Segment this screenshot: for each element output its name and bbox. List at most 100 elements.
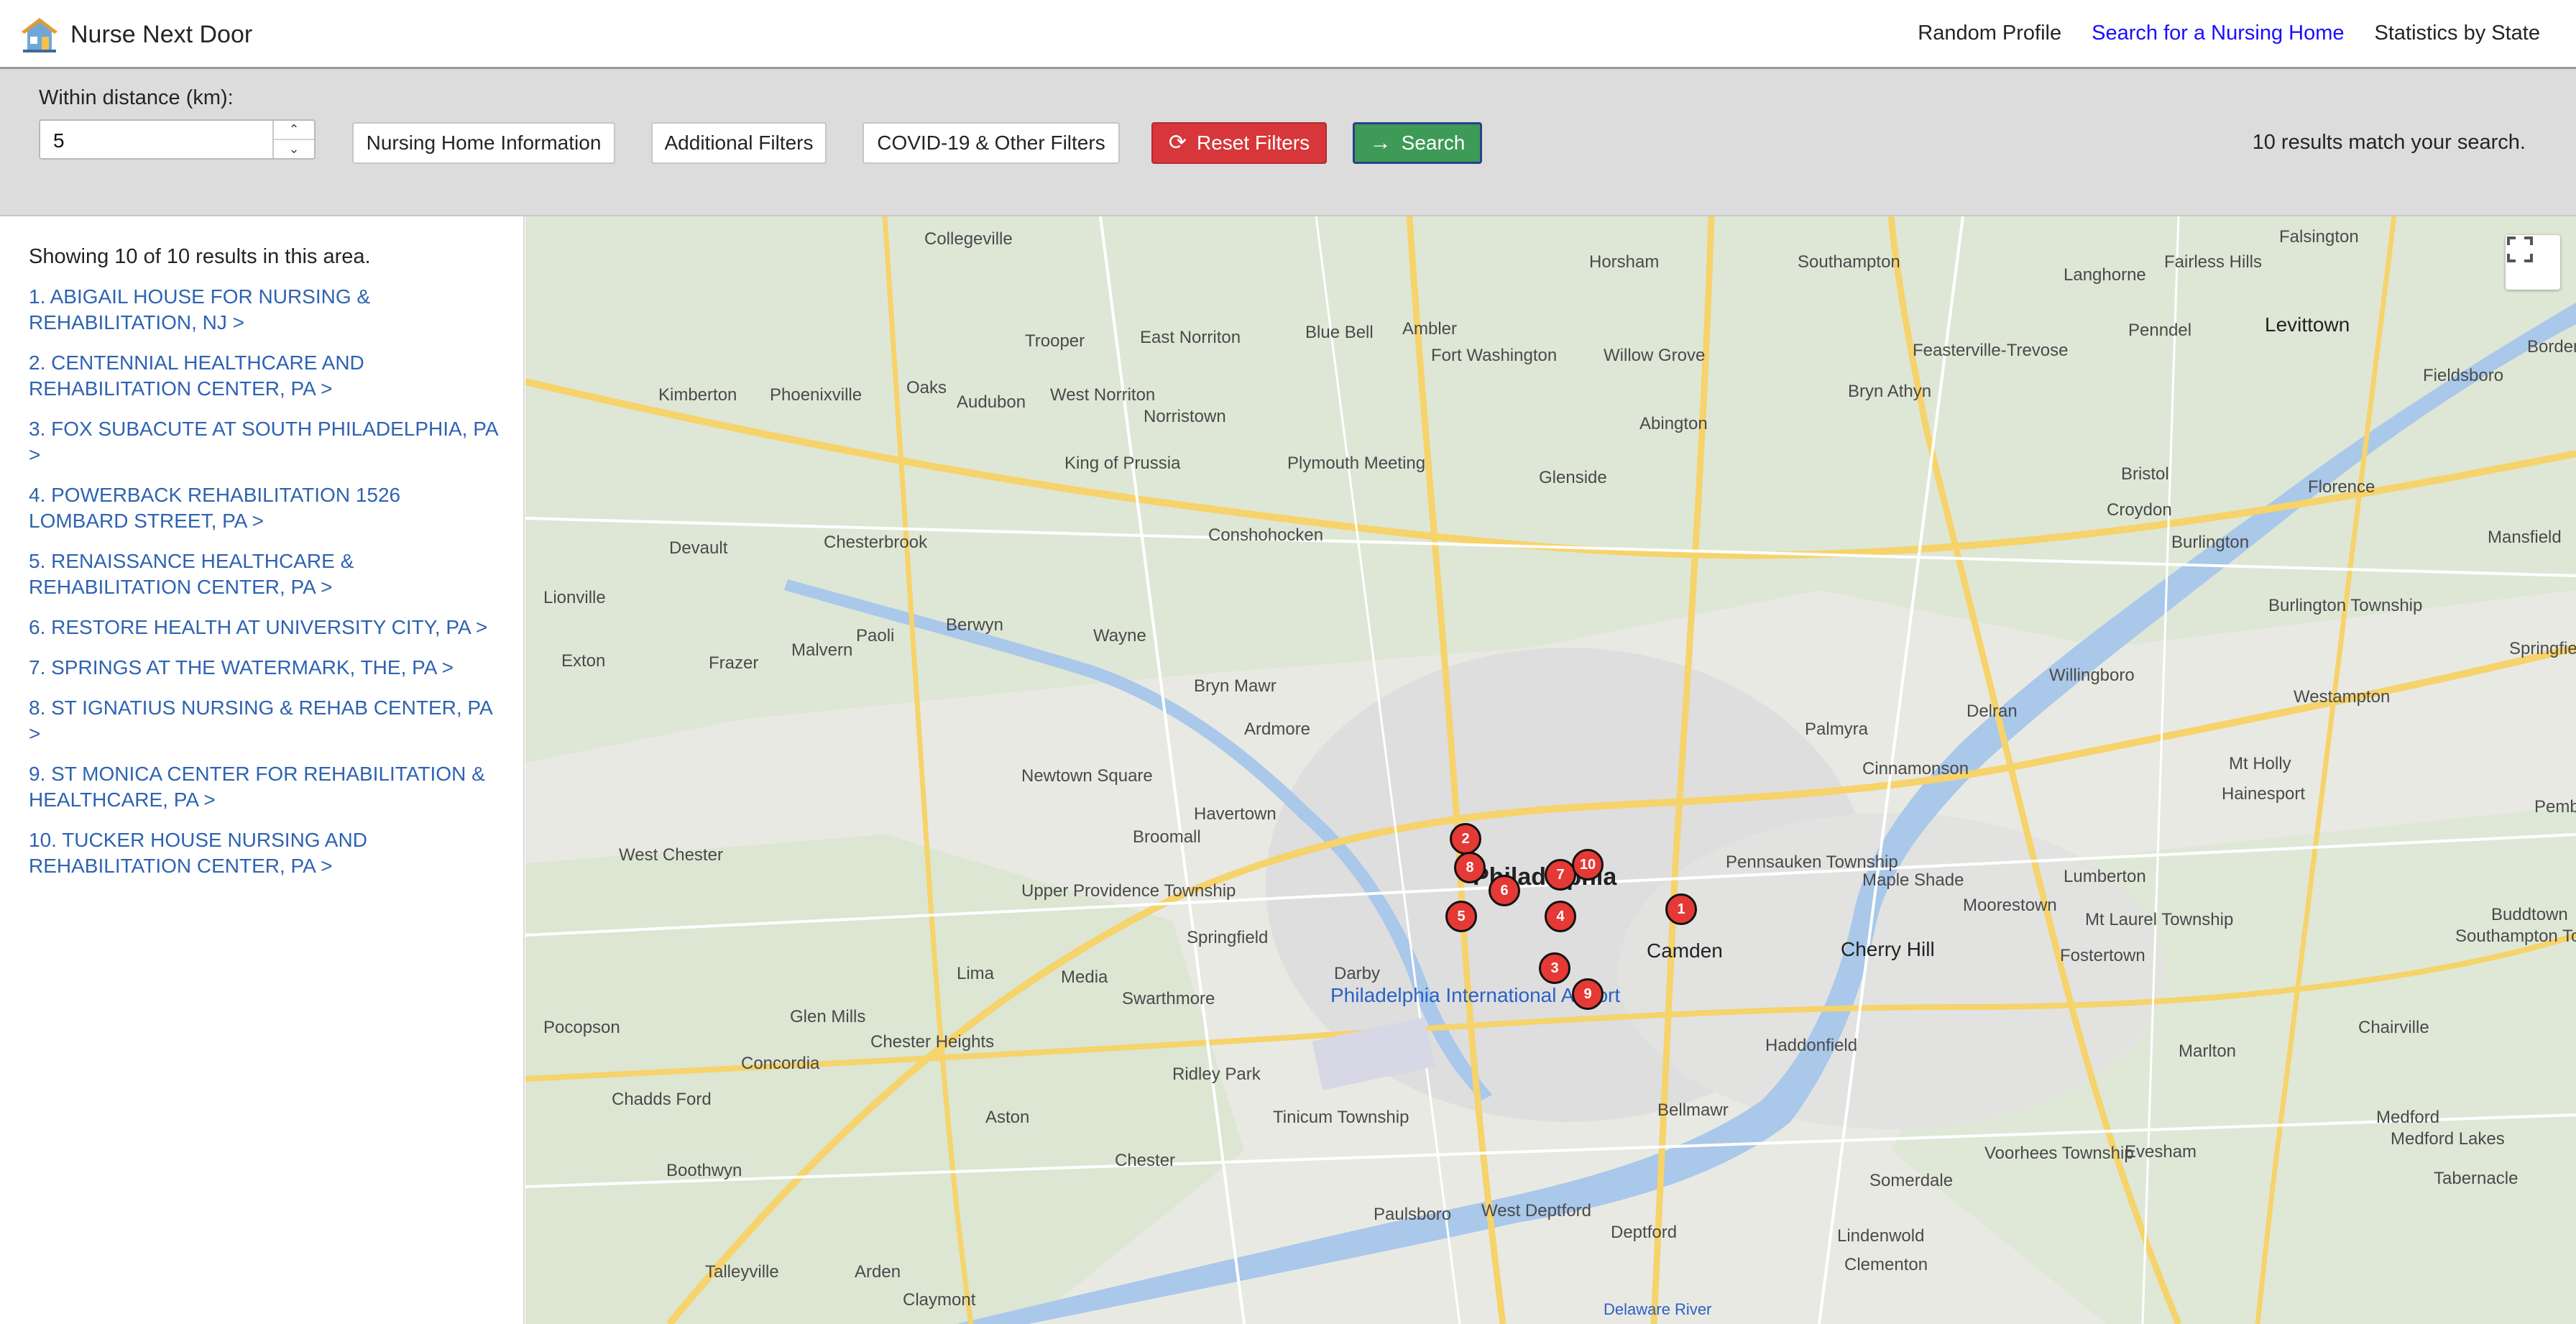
result-item-7[interactable]: 7. SPRINGS AT THE WATERMARK, THE, PA > — [29, 655, 503, 681]
map-label: Willow Grove — [1604, 346, 1706, 365]
map-label: Darby — [1334, 964, 1381, 983]
map-label: Levittown — [2265, 313, 2350, 336]
nursing-home-info-button[interactable]: Nursing Home Information — [352, 122, 615, 164]
map-label: Fieldsboro — [2423, 366, 2504, 385]
map-label: Trooper — [1025, 331, 1085, 351]
result-item-1[interactable]: 1. ABIGAIL HOUSE FOR NURSING & REHABILIT… — [29, 284, 503, 336]
result-item-4[interactable]: 4. POWERBACK REHABILITATION 1526 LOMBARD… — [29, 482, 503, 534]
map-label: Oaks — [906, 378, 947, 397]
map-label: Southampton — [1798, 252, 1900, 272]
map-label: Ridley Park — [1172, 1065, 1261, 1084]
map-label: Chesterbrook — [824, 533, 928, 552]
map-label: Berwyn — [946, 615, 1004, 635]
map-label: Conshohocken — [1208, 525, 1324, 545]
nav-search-nursing-home[interactable]: Search for a Nursing Home — [2092, 22, 2344, 45]
map-label: Pocopson — [543, 1018, 620, 1037]
map-label: Medford — [2376, 1108, 2440, 1127]
map-label: Concordia — [741, 1054, 820, 1073]
result-item-5[interactable]: 5. RENAISSANCE HEALTHCARE & REHABILITATI… — [29, 548, 503, 600]
map-label: Glen Mills — [790, 1007, 866, 1026]
filter-bar: Within distance (km): 5 ⌃ ⌄ Nursing Home… — [0, 69, 2576, 216]
result-item-10[interactable]: 10. TUCKER HOUSE NURSING AND REHABILITAT… — [29, 827, 503, 879]
map-label: Tabernacle — [2434, 1169, 2518, 1188]
map-label: Lionville — [543, 588, 606, 607]
map-label: King of Prussia — [1064, 454, 1181, 473]
map-label: Blue Bell — [1305, 323, 1374, 342]
reset-filters-button[interactable]: ⟳ Reset Filters — [1151, 122, 1327, 164]
map-label: Kimberton — [658, 385, 737, 405]
map-label: Maple Shade — [1862, 870, 1964, 890]
map-label: Burlington Township — [2268, 596, 2423, 615]
map-label: Arden — [855, 1262, 901, 1282]
map-label: Upper Providence Township — [1021, 881, 1236, 901]
map-view[interactable]: Philadelphia Norristown King of Prussia … — [525, 216, 2576, 1324]
map-marker-5[interactable]: 5 — [1445, 901, 1477, 932]
map-label: Collegeville — [924, 229, 1013, 249]
map-label: Chadds Ford — [612, 1090, 712, 1109]
result-item-8[interactable]: 8. ST IGNATIUS NURSING & REHAB CENTER, P… — [29, 695, 503, 747]
map-label: Deptford — [1611, 1223, 1678, 1242]
result-item-3[interactable]: 3. FOX SUBACUTE AT SOUTH PHILADELPHIA, P… — [29, 416, 503, 468]
map-label: Chairville — [2358, 1018, 2429, 1037]
nav-statistics-by-state[interactable]: Statistics by State — [2375, 22, 2541, 45]
brand-name: Nurse Next Door — [70, 20, 253, 48]
map-marker-4[interactable]: 4 — [1545, 901, 1576, 932]
search-button[interactable]: → Search — [1353, 122, 1482, 164]
map-marker-10[interactable]: 10 — [1572, 849, 1604, 881]
map-label: Medford Lakes — [2391, 1129, 2505, 1149]
map-label: Plymouth Meeting — [1287, 454, 1426, 473]
map-label: Evesham — [2125, 1142, 2197, 1162]
map-label: Aston — [985, 1108, 1030, 1127]
distance-stepper[interactable]: ⌃ ⌄ — [272, 121, 314, 158]
map-label: Penndel — [2128, 321, 2192, 340]
map-label: Tinicum Township — [1273, 1108, 1409, 1127]
map-label: Frazer — [709, 653, 759, 673]
map-label: Boothwyn — [666, 1161, 742, 1180]
map-marker-1[interactable]: 1 — [1665, 893, 1697, 925]
map-marker-3[interactable]: 3 — [1539, 952, 1570, 984]
map-marker-6[interactable]: 6 — [1489, 875, 1520, 906]
map-label: Bryn Mawr — [1194, 676, 1276, 696]
results-list: 1. ABIGAIL HOUSE FOR NURSING & REHABILIT… — [29, 284, 503, 893]
additional-filters-button[interactable]: Additional Filters — [651, 122, 827, 164]
house-logo-icon — [22, 18, 58, 52]
map-label: Fostertown — [2060, 946, 2145, 965]
arrow-right-icon: → — [1369, 131, 1392, 155]
distance-value: 5 — [53, 129, 65, 152]
fullscreen-icon[interactable] — [2506, 235, 2560, 290]
map-label: Norristown — [1144, 407, 1226, 426]
map-label: West Deptford — [1481, 1201, 1591, 1220]
covid-filters-button[interactable]: COVID-19 & Other Filters — [862, 122, 1120, 164]
map-marker-2[interactable]: 2 — [1450, 823, 1481, 855]
nav-random-profile[interactable]: Random Profile — [1918, 22, 2061, 45]
result-item-9[interactable]: 9. ST MONICA CENTER FOR REHABILITATION &… — [29, 761, 503, 813]
map-label: Wayne — [1093, 626, 1146, 645]
map-marker-8[interactable]: 8 — [1454, 852, 1486, 883]
map-label: Westampton — [2294, 687, 2391, 707]
map-label: Feasterville-Trevose — [1913, 341, 2069, 360]
map-label: Clementon — [1844, 1255, 1928, 1274]
map-label: Claymont — [903, 1290, 976, 1310]
map-label: Bellmawr — [1657, 1100, 1729, 1120]
stepper-down-icon[interactable]: ⌄ — [274, 139, 314, 158]
search-label: Search — [1401, 132, 1466, 154]
map-label: Mt Holly — [2229, 754, 2291, 773]
map-label: Springfield — [1187, 928, 1269, 947]
map-label: Abington — [1639, 414, 1708, 433]
map-marker-9[interactable]: 9 — [1572, 978, 1604, 1010]
map-label: Bristol — [2121, 464, 2169, 484]
map-label: Paoli — [856, 626, 895, 645]
map-label: Willingboro — [2049, 666, 2135, 685]
result-item-6[interactable]: 6. RESTORE HEALTH AT UNIVERSITY CITY, PA… — [29, 615, 503, 640]
nav-links: Random Profile Search for a Nursing Home… — [1918, 22, 2540, 45]
results-sidebar: Showing 10 of 10 results in this area. 1… — [0, 216, 525, 1324]
distance-input[interactable]: 5 ⌃ ⌄ — [39, 119, 316, 160]
result-item-2[interactable]: 2. CENTENNIAL HEALTHCARE AND REHABILITAT… — [29, 350, 503, 402]
brand[interactable]: Nurse Next Door — [20, 13, 252, 56]
map-label: Chester Heights — [870, 1032, 995, 1052]
map-label: West Chester — [619, 845, 723, 865]
map-label: Voorhees Township — [1984, 1144, 2134, 1163]
map-label: Bryn Athyn — [1848, 382, 1932, 401]
stepper-up-icon[interactable]: ⌃ — [274, 121, 314, 139]
map-label: Florence — [2308, 477, 2375, 497]
